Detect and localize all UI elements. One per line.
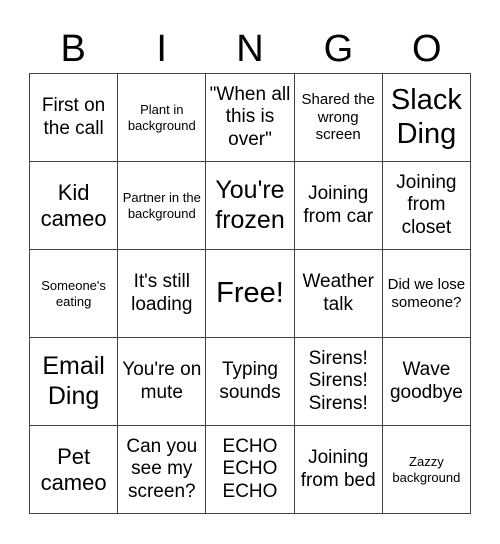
bingo-cell[interactable]: Shared the wrong screen <box>294 74 383 162</box>
bingo-cell[interactable]: Partner in the background <box>118 162 207 250</box>
bingo-cell[interactable]: Joining from bed <box>294 426 383 514</box>
bingo-cell[interactable]: Slack Ding <box>382 74 471 162</box>
bingo-cell[interactable]: Wave goodbye <box>382 338 471 426</box>
bingo-header: B I N G O <box>29 26 471 72</box>
bingo-cell[interactable]: First on the call <box>30 74 119 162</box>
bingo-cell[interactable]: Can you see my screen? <box>118 426 207 514</box>
header-letter-n: N <box>236 28 264 70</box>
header-letter-g: G <box>323 28 354 70</box>
bingo-cell[interactable]: Zazzy background <box>382 426 471 514</box>
bingo-cell[interactable]: It's still loading <box>118 250 207 338</box>
header-letter-b: B <box>60 28 86 70</box>
bingo-cell[interactable]: Joining from closet <box>382 162 471 250</box>
bingo-cell[interactable]: Did we lose someone? <box>382 250 471 338</box>
bingo-grid: First on the call Plant in background "W… <box>29 73 471 514</box>
bingo-cell[interactable]: Plant in background <box>118 74 207 162</box>
bingo-cell[interactable]: Kid cameo <box>30 162 119 250</box>
bingo-cell[interactable]: Email Ding <box>30 338 119 426</box>
bingo-cell[interactable]: You're frozen <box>206 162 295 250</box>
header-letter-i: I <box>156 28 167 70</box>
bingo-cell[interactable]: ECHO ECHO ECHO <box>206 426 295 514</box>
bingo-cell[interactable]: You're on mute <box>118 338 207 426</box>
bingo-cell[interactable]: Sirens! Sirens! Sirens! <box>294 338 383 426</box>
bingo-cell[interactable]: Pet cameo <box>30 426 119 514</box>
bingo-cell[interactable]: Someone's eating <box>30 250 119 338</box>
free-space[interactable]: Free! <box>206 250 295 338</box>
bingo-cell[interactable]: Typing sounds <box>206 338 295 426</box>
header-letter-o: O <box>412 28 442 70</box>
bingo-cell[interactable]: Joining from car <box>294 162 383 250</box>
bingo-cell[interactable]: "When all this is over" <box>206 74 295 162</box>
bingo-cell[interactable]: Weather talk <box>294 250 383 338</box>
